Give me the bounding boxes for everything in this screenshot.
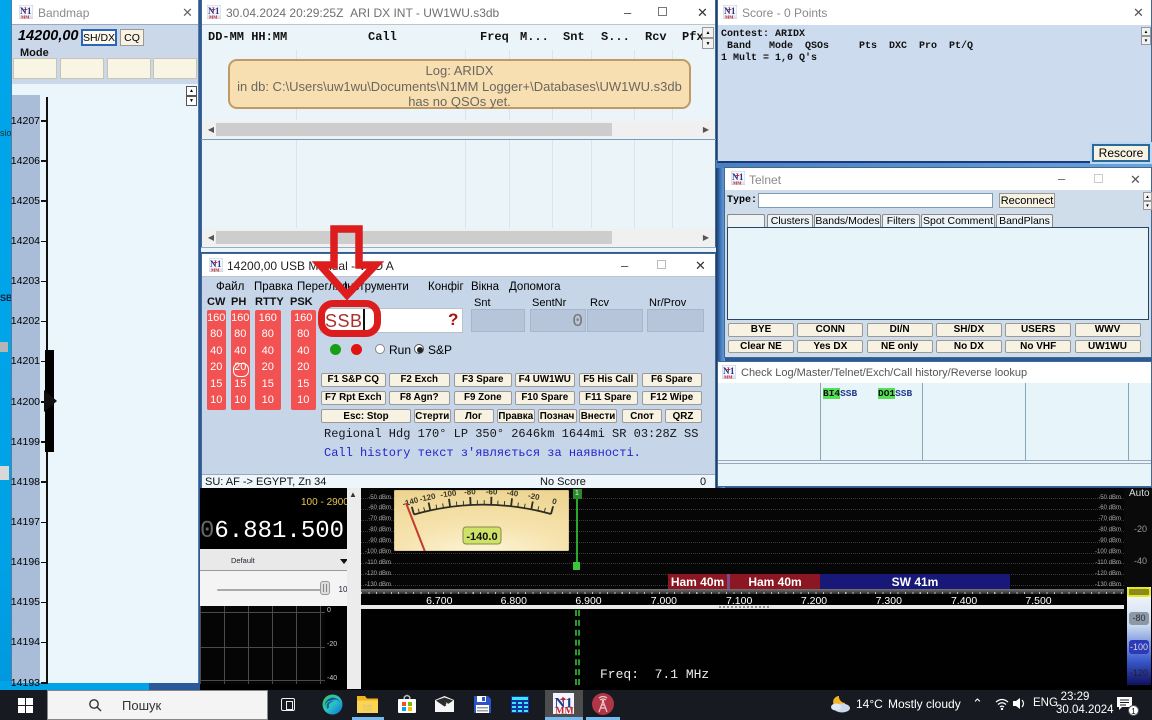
svg-text:+: +: [212, 7, 216, 14]
svg-text:-140.0: -140.0: [466, 531, 497, 543]
svg-text:MM: MM: [724, 374, 733, 379]
svg-text:+: +: [727, 367, 731, 374]
svg-text:MM: MM: [733, 180, 742, 185]
svg-text:+: +: [728, 7, 732, 14]
svg-text:+: +: [24, 7, 28, 14]
svg-text:-60: -60: [486, 490, 498, 497]
svg-text:MM: MM: [211, 267, 220, 272]
svg-text:-80: -80: [464, 490, 477, 497]
svg-text:MM: MM: [209, 14, 218, 19]
svg-text:+: +: [560, 694, 566, 706]
svg-text:+: +: [214, 260, 218, 267]
svg-text:MM: MM: [725, 14, 734, 19]
svg-text:-40: -40: [506, 490, 519, 498]
svg-text:MM: MM: [21, 14, 30, 19]
svg-text:MM: MM: [555, 706, 573, 714]
svg-text:+: +: [736, 173, 740, 180]
